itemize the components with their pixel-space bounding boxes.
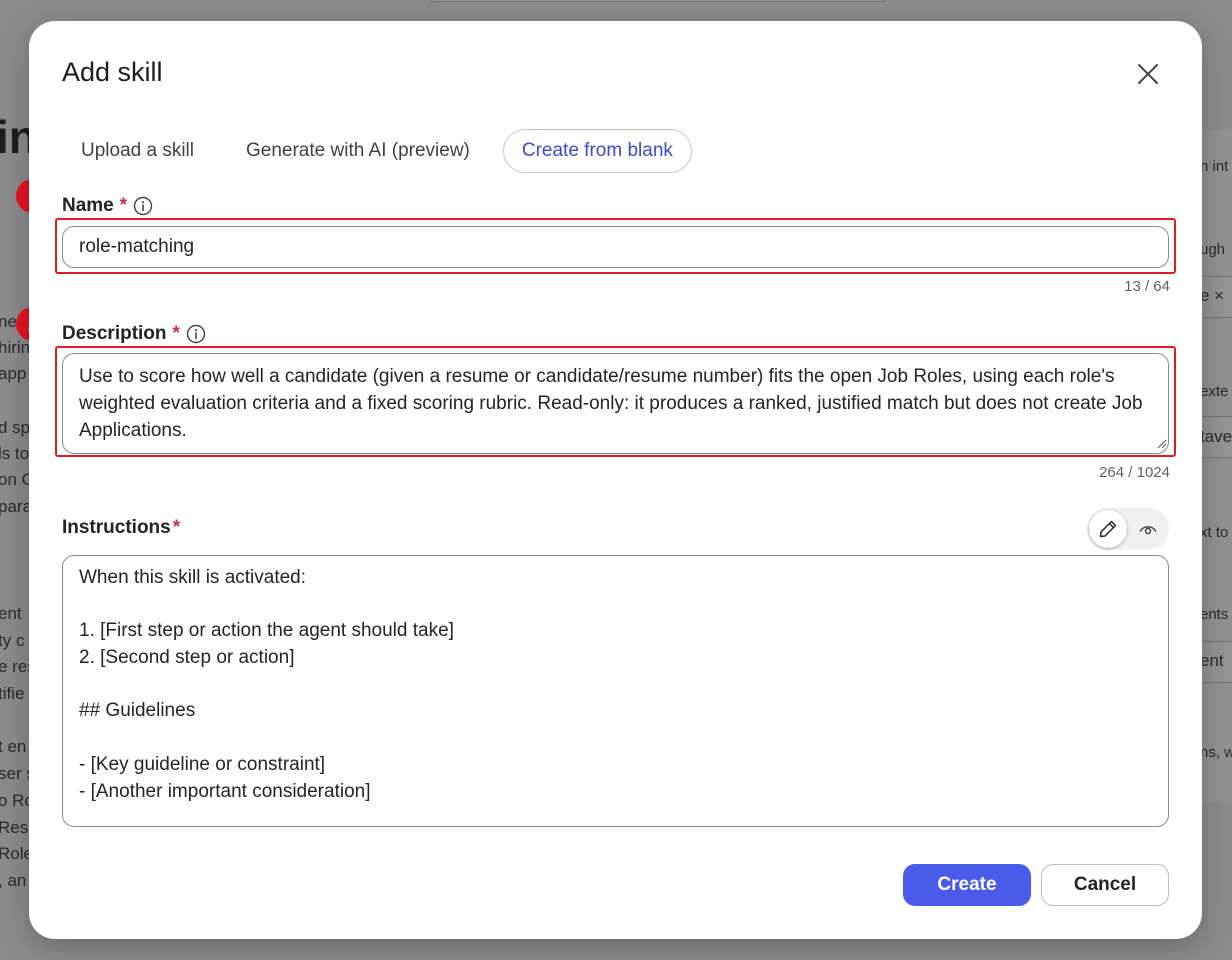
close-icon xyxy=(1138,64,1158,84)
background-text: tifie xyxy=(0,684,25,703)
name-label: Name xyxy=(62,195,114,216)
resize-grip-icon[interactable] xyxy=(1155,437,1167,449)
background-text: ne xyxy=(0,312,17,331)
preview-mode-button[interactable] xyxy=(1129,510,1167,548)
required-mark: * xyxy=(172,517,181,538)
background-text: t en xyxy=(0,737,27,756)
instructions-label-row: Instructions * xyxy=(62,517,180,539)
eye-icon xyxy=(1139,526,1157,535)
edit-preview-toggle xyxy=(1087,508,1169,550)
instructions-line xyxy=(79,592,1152,619)
instructions-line xyxy=(79,672,1152,699)
info-icon[interactable] xyxy=(186,324,206,344)
background-text: ls to xyxy=(0,444,30,463)
info-icon[interactable] xyxy=(133,196,153,216)
background-text: n int xyxy=(1200,158,1229,175)
background-text: ty c xyxy=(0,631,25,650)
background-top-bar xyxy=(430,0,886,2)
instructions-line: - [Another important consideration] xyxy=(79,780,371,802)
cancel-button[interactable]: Cancel xyxy=(1041,864,1169,906)
background-text: ns, w xyxy=(1200,744,1232,761)
instructions-label: Instructions xyxy=(62,517,171,538)
background-text: ugh xyxy=(1200,241,1226,258)
background-text: ent xyxy=(0,604,22,623)
required-mark: * xyxy=(119,195,128,216)
edit-mode-button[interactable] xyxy=(1089,510,1127,548)
background-text: xt to xyxy=(1200,524,1229,541)
background-text: tave xyxy=(1200,427,1232,446)
pencil-icon xyxy=(1099,520,1117,538)
instructions-line: When this skill is activated: xyxy=(79,567,307,588)
close-button[interactable] xyxy=(1133,59,1163,89)
instructions-editor[interactable]: When this skill is activated: 1. [First … xyxy=(62,555,1169,827)
background-text: hirin xyxy=(0,338,31,357)
tab-generate-with-ai[interactable]: Generate with AI (preview) xyxy=(227,129,489,173)
instructions-line: 2. [Second step or action] xyxy=(79,647,295,669)
add-skill-dialog: Add skill Upload a skill Generate with A… xyxy=(29,21,1202,939)
instructions-line: 1. [First step or action the agent shoul… xyxy=(79,620,454,642)
instructions-line xyxy=(79,725,1152,752)
description-label-row: Description * xyxy=(62,323,206,345)
description-label: Description xyxy=(62,323,167,344)
instructions-line: ## Guidelines xyxy=(79,700,196,722)
background-text: ent xyxy=(1200,651,1224,670)
dialog-title: Add skill xyxy=(62,57,163,87)
background-text: app xyxy=(0,364,27,383)
create-button[interactable]: Create xyxy=(903,864,1031,906)
tab-create-from-blank[interactable]: Create from blank xyxy=(502,129,692,173)
background-text: Res xyxy=(0,818,29,837)
skill-source-tabs: Upload a skill Generate with AI (preview… xyxy=(62,129,706,173)
description-char-counter: 264 / 1024 xyxy=(1099,464,1170,481)
background-text: d sp xyxy=(0,418,31,437)
background-text: ents xyxy=(1200,606,1229,623)
description-textarea[interactable]: Use to score how well a candidate (given… xyxy=(62,353,1169,454)
background-text: , an xyxy=(0,871,27,890)
required-mark: * xyxy=(172,323,180,344)
tab-upload-skill[interactable]: Upload a skill xyxy=(62,129,213,173)
name-char-counter: 13 / 64 xyxy=(1124,278,1170,295)
background-text: e × xyxy=(1200,286,1225,305)
instructions-line: - [Key guideline or constraint] xyxy=(79,753,326,775)
background-text: exte xyxy=(1200,383,1229,400)
name-label-row: Name * xyxy=(62,195,153,217)
name-input[interactable] xyxy=(62,226,1169,268)
